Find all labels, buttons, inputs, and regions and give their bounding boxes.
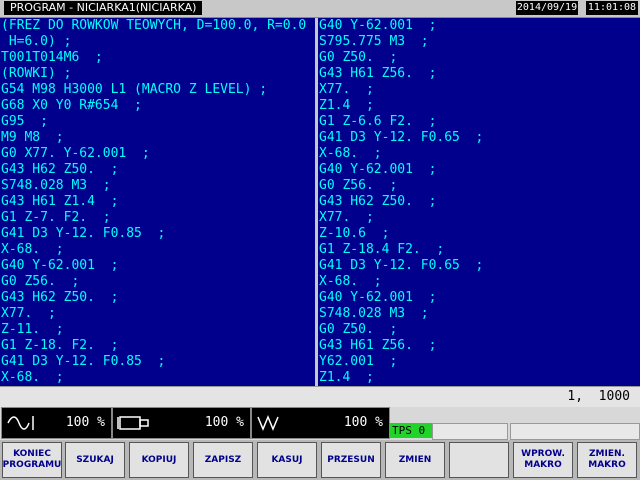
program-line[interactable]: G43 H62 Z50. ; <box>0 290 315 306</box>
program-line[interactable]: G41 D3 Y-12. F0.85 ; <box>0 226 315 242</box>
feed-override: 100 % <box>112 407 251 439</box>
program-line[interactable]: G1 Z-18.4 F2. ; <box>318 242 640 258</box>
rapid-override-value: 100 % <box>343 415 383 430</box>
program-line[interactable]: G43 H61 Z56. ; <box>318 338 640 354</box>
program-line[interactable]: Z-11. ; <box>0 322 315 338</box>
tps-indicator: TPS 0 <box>390 423 432 438</box>
program-line[interactable]: S748.028 M3 ; <box>318 306 640 322</box>
softkey-bar: KONIEC PROGRAMU SZUKAJ KOPIUJ ZAPISZ KAS… <box>0 440 640 480</box>
program-line[interactable]: G43 H62 Z50. ; <box>318 194 640 210</box>
program-line[interactable]: G40 Y-62.001 ; <box>318 18 640 34</box>
date-display: 2014/09/19 <box>516 1 578 15</box>
program-line[interactable]: H=6.0) ; <box>0 34 315 50</box>
zmien-makro-button[interactable]: ZMIEN. MAKRO <box>577 442 637 478</box>
wprow-makro-button[interactable]: WPROW. MAKRO <box>513 442 573 478</box>
spindle-override-value: 100 % <box>65 415 105 430</box>
program-line[interactable]: G40 Y-62.001 ; <box>0 258 315 274</box>
spindle-override: 100 % <box>1 407 112 439</box>
program-line[interactable]: G43 H62 Z50. ; <box>0 162 315 178</box>
program-line[interactable]: X-68. ; <box>0 242 315 258</box>
program-line[interactable]: G1 Z-7. F2. ; <box>0 210 315 226</box>
program-line[interactable]: X77. ; <box>318 210 640 226</box>
koniec-programu-button[interactable]: KONIEC PROGRAMU <box>2 442 62 478</box>
empty-softkey[interactable] <box>449 442 509 478</box>
program-line[interactable]: X77. ; <box>0 306 315 322</box>
program-line[interactable]: Z1.4 ; <box>318 98 640 114</box>
program-line[interactable]: G43 H61 Z1.4 ; <box>0 194 315 210</box>
program-column-left[interactable]: (FREZ DO ROWKOW TEOWYCH, D=100.0, R=0.0 … <box>0 18 315 386</box>
program-line[interactable]: G41 D3 Y-12. F0.65 ; <box>318 130 640 146</box>
szukaj-button[interactable]: SZUKAJ <box>65 442 125 478</box>
program-line[interactable]: G40 Y-62.001 ; <box>318 162 640 178</box>
zmien-button[interactable]: ZMIEN <box>385 442 445 478</box>
program-line[interactable]: G0 Z56. ; <box>0 274 315 290</box>
spindle-wave-icon <box>7 416 34 430</box>
kasuj-button[interactable]: KASUJ <box>257 442 317 478</box>
line-status: 1, 1000 <box>567 389 630 404</box>
program-line[interactable]: Z1.4 ; <box>318 370 640 386</box>
rapid-override: 100 % <box>251 407 390 439</box>
program-line[interactable]: G95 ; <box>0 114 315 130</box>
program-editor[interactable]: (FREZ DO ROWKOW TEOWYCH, D=100.0, R=0.0 … <box>0 18 640 386</box>
program-line[interactable]: G1 Z-18. F2. ; <box>0 338 315 354</box>
program-line[interactable]: S748.028 M3 ; <box>0 178 315 194</box>
feed-override-value: 100 % <box>204 415 244 430</box>
program-line[interactable]: X-68. ; <box>0 370 315 386</box>
status-cell-1 <box>432 423 508 440</box>
time-display: 11:01:08 <box>586 1 638 15</box>
status-cell-2 <box>510 423 640 440</box>
zapisz-button[interactable]: ZAPISZ <box>193 442 253 478</box>
program-line[interactable]: G54 M98 H3000 L1 (MACRO Z LEVEL) ; <box>0 82 315 98</box>
program-line[interactable]: S795.775 M3 ; <box>318 34 640 50</box>
program-line[interactable]: T001T014M6 ; <box>0 50 315 66</box>
program-line[interactable]: G1 Z-6.6 F2. ; <box>318 114 640 130</box>
program-line[interactable]: X77. ; <box>318 82 640 98</box>
program-line[interactable]: (FREZ DO ROWKOW TEOWYCH, D=100.0, R=0.0 <box>0 18 315 34</box>
title-bar: PROGRAM - NICIARKA1(NICIARKA) 2014/09/19… <box>0 0 640 18</box>
tool-holder-icon <box>117 416 149 430</box>
window-title: PROGRAM - NICIARKA1(NICIARKA) <box>4 1 203 15</box>
program-line[interactable]: (ROWKI) ; <box>0 66 315 82</box>
przesun-button[interactable]: PRZESUN <box>321 442 381 478</box>
program-line[interactable]: Z-10.6 ; <box>318 226 640 242</box>
program-line[interactable]: G41 D3 Y-12. F0.85 ; <box>0 354 315 370</box>
program-column-right[interactable]: G40 Y-62.001 ; S795.775 M3 ; G0 Z50. ; G43 … <box>318 18 640 386</box>
program-line[interactable]: G40 Y-62.001 ; <box>318 290 640 306</box>
program-line[interactable]: G0 Z50. ; <box>318 50 640 66</box>
status-bar: 1, 1000 <box>0 386 640 408</box>
program-line[interactable]: G0 X77. Y-62.001 ; <box>0 146 315 162</box>
program-line[interactable]: G0 Z50. ; <box>318 322 640 338</box>
program-line[interactable]: G41 D3 Y-12. F0.65 ; <box>318 258 640 274</box>
program-line[interactable]: M9 M8 ; <box>0 130 315 146</box>
program-line[interactable]: G43 H61 Z56. ; <box>318 66 640 82</box>
program-line[interactable]: X-68. ; <box>318 146 640 162</box>
rapid-zigzag-icon <box>257 415 279 431</box>
kopiuj-button[interactable]: KOPIUJ <box>129 442 189 478</box>
program-line[interactable]: G0 Z56. ; <box>318 178 640 194</box>
program-line[interactable]: X-68. ; <box>318 274 640 290</box>
program-line[interactable]: Y62.001 ; <box>318 354 640 370</box>
program-line[interactable]: G68 X0 Y0 R#654 ; <box>0 98 315 114</box>
